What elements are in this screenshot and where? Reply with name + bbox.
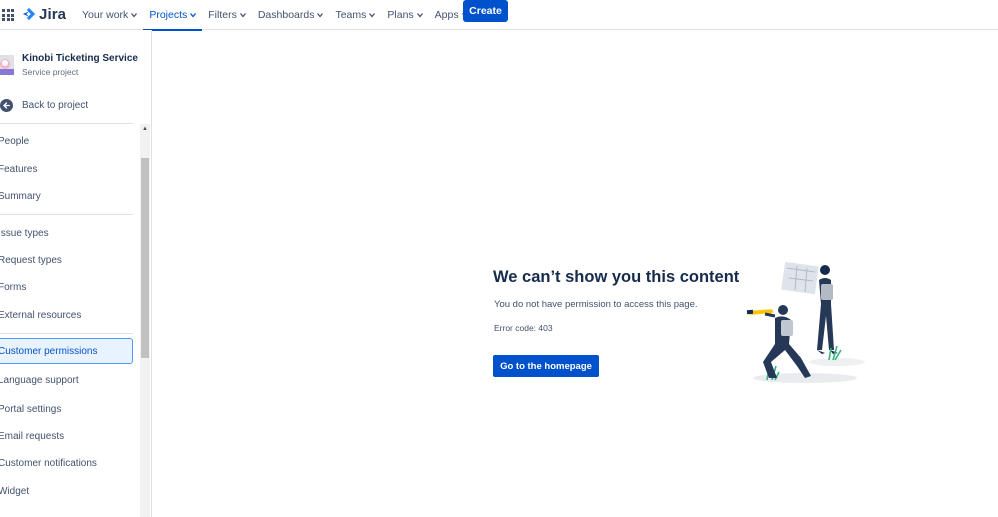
chevron-down-icon bbox=[239, 13, 246, 18]
sidebar-item-label: Portal settings bbox=[0, 403, 62, 415]
top-navigation: Jira Your work Projects Filters Dashboar… bbox=[0, 0, 998, 31]
nav-label: Teams bbox=[335, 9, 367, 21]
sidebar-item-label: Widget bbox=[0, 485, 30, 497]
sidebar-item-forms[interactable]: Forms bbox=[0, 275, 133, 299]
sidebar-item-customer-permissions[interactable]: Customer permissions bbox=[0, 338, 133, 364]
nav-label: Your work bbox=[82, 9, 129, 21]
chevron-down-icon bbox=[369, 13, 376, 18]
back-label: Back to project bbox=[22, 99, 89, 111]
error-code: Error code: 403 bbox=[494, 323, 553, 333]
sidebar-item-customer-notifications[interactable]: Customer notifications bbox=[0, 451, 133, 475]
error-title: We can’t show you this content bbox=[493, 268, 740, 286]
sidebar-item-people[interactable]: People bbox=[0, 129, 133, 153]
sidebar-item-label: Summary bbox=[0, 190, 41, 202]
sidebar-item-issue-types[interactable]: Issue types bbox=[0, 221, 133, 245]
sidebar-item-label: Request types bbox=[0, 254, 62, 266]
sidebar-item-summary[interactable]: Summary bbox=[0, 184, 133, 208]
divider bbox=[0, 333, 133, 334]
project-sidebar: Kinobi Ticketing Service Service project… bbox=[0, 30, 152, 517]
nav-projects[interactable]: Projects bbox=[143, 0, 203, 31]
chevron-down-icon bbox=[416, 13, 423, 18]
sidebar-item-features[interactable]: Features bbox=[0, 157, 133, 181]
sidebar-item-label: Customer notifications bbox=[0, 457, 97, 469]
error-description: You do not have permission to access thi… bbox=[494, 299, 698, 310]
nav-teams[interactable]: Teams bbox=[329, 0, 381, 30]
chevron-down-icon bbox=[190, 13, 197, 18]
chevron-down-icon bbox=[131, 13, 138, 18]
sidebar-item-label: Issue types bbox=[0, 227, 49, 239]
nav-label: Projects bbox=[149, 9, 188, 21]
sidebar-item-label: Email requests bbox=[0, 430, 65, 442]
project-name: Kinobi Ticketing Service bbox=[22, 53, 138, 64]
create-button[interactable]: Create bbox=[463, 0, 508, 22]
sidebar-item-label: External resources bbox=[0, 309, 82, 321]
project-avatar bbox=[0, 55, 14, 75]
sidebar-item-label: People bbox=[0, 135, 30, 147]
sidebar-item-label: Language support bbox=[0, 374, 79, 386]
sidebar-item-label: Forms bbox=[0, 281, 27, 293]
nav-dashboards[interactable]: Dashboards bbox=[252, 0, 330, 30]
chevron-down-icon bbox=[317, 13, 324, 18]
scroll-up-arrow-icon[interactable]: ▲ bbox=[140, 124, 150, 134]
nav-filters[interactable]: Filters bbox=[202, 0, 252, 30]
sidebar-item-widget[interactable]: Widget bbox=[0, 479, 133, 503]
sidebar-item-label: Features bbox=[0, 163, 38, 175]
nav-your-work[interactable]: Your work bbox=[76, 0, 143, 30]
nav-plans[interactable]: Plans bbox=[381, 0, 428, 30]
divider bbox=[0, 214, 133, 215]
scrollbar-thumb[interactable] bbox=[141, 158, 149, 358]
arrow-left-icon bbox=[0, 98, 13, 112]
app-switcher-icon[interactable] bbox=[2, 9, 14, 21]
jira-logo-icon bbox=[22, 7, 36, 21]
logo-text: Jira bbox=[39, 5, 67, 23]
nav-label: Plans bbox=[387, 9, 414, 21]
nav-label: Dashboards bbox=[257, 9, 315, 21]
sidebar-item-external-resources[interactable]: External resources bbox=[0, 303, 133, 327]
divider bbox=[0, 123, 133, 124]
sidebar-item-label: Customer permissions bbox=[0, 345, 98, 357]
explorers-illustration bbox=[746, 261, 865, 383]
jira-logo[interactable]: Jira bbox=[22, 4, 66, 24]
nav-label: Apps bbox=[434, 9, 459, 21]
go-to-homepage-button[interactable]: Go to the homepage bbox=[493, 355, 599, 377]
nav-menu: Your work Projects Filters Dashboards Te… bbox=[76, 0, 474, 31]
project-header[interactable]: Kinobi Ticketing Service Service project bbox=[0, 50, 140, 80]
back-to-project-link[interactable]: Back to project bbox=[0, 97, 138, 113]
nav-label: Filters bbox=[208, 9, 237, 21]
sidebar-item-request-types[interactable]: Request types bbox=[0, 248, 133, 272]
sidebar-item-email-requests[interactable]: Email requests bbox=[0, 424, 133, 448]
sidebar-item-portal-settings[interactable]: Portal settings bbox=[0, 397, 133, 421]
sidebar-scrollbar[interactable]: ▲ bbox=[140, 124, 150, 517]
sidebar-item-language-support[interactable]: Language support bbox=[0, 368, 133, 392]
project-type: Service project bbox=[22, 67, 79, 77]
